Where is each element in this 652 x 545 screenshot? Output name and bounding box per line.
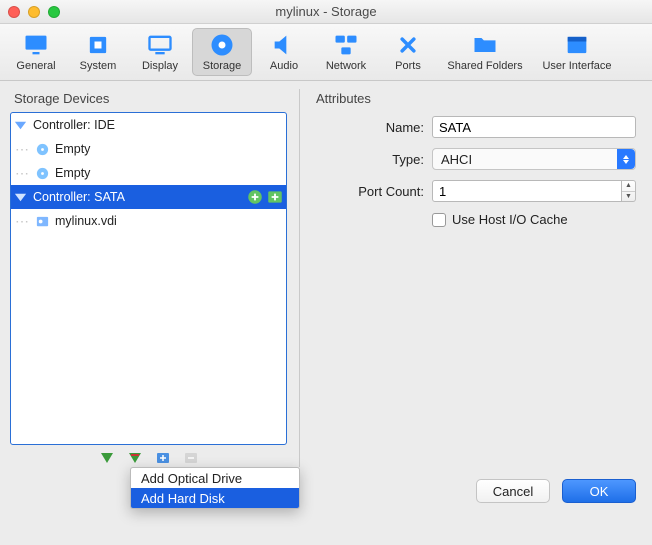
portcount-stepper[interactable]: ▲▼ [622,180,636,202]
select-knob-icon [617,149,635,169]
portcount-input[interactable] [432,180,622,202]
tree-guide: ⋯ [11,213,33,230]
settings-toolbar: General System Display Storage Audio Net… [0,24,652,81]
tab-network[interactable]: Network [316,28,376,76]
tree-guide: ⋯ [11,165,33,182]
hostio-label: Use Host I/O Cache [452,212,568,227]
controller-icon [11,188,29,206]
type-value: AHCI [441,152,472,167]
button-label: OK [590,484,609,499]
chip-icon [84,32,112,58]
hostio-checkbox[interactable]: Use Host I/O Cache [432,212,636,227]
add-attachment-menu[interactable]: Add Optical Drive Add Hard Disk [130,467,300,509]
tab-general[interactable]: General [6,28,66,76]
tree-leaf-empty[interactable]: ⋯ Empty [11,137,286,161]
name-input[interactable] [432,116,636,138]
tree-label: Empty [55,142,286,156]
tab-label: User Interface [542,60,611,72]
tab-display[interactable]: Display [130,28,190,76]
add-attachment-button[interactable] [153,449,173,467]
tab-label: Network [326,60,366,72]
tab-audio[interactable]: Audio [254,28,314,76]
minimize-window-button[interactable] [28,6,40,18]
tab-storage[interactable]: Storage [192,28,252,76]
tree-leaf-disk[interactable]: ⋯ mylinux.vdi [11,209,286,233]
tree-guide: ⋯ [11,141,33,158]
audio-icon [270,32,298,58]
portcount-label: Port Count: [312,184,432,199]
tree-label: Empty [55,166,286,180]
add-optical-icon[interactable] [246,188,264,206]
disc-icon [33,140,51,158]
display-icon [146,32,174,58]
storage-tree[interactable]: Controller: IDE ⋯ Empty ⋯ Empty Controll… [10,112,287,445]
tree-leaf-empty[interactable]: ⋯ Empty [11,161,286,185]
controller-sata-row[interactable]: Controller: SATA [11,185,286,209]
network-icon [332,32,360,58]
name-label: Name: [312,120,432,135]
tab-label: System [80,60,117,72]
zoom-window-button[interactable] [48,6,60,18]
ports-icon [394,32,422,58]
tab-label: Shared Folders [447,60,522,72]
tab-label: Display [142,60,178,72]
add-controller-button[interactable] [97,449,117,467]
menu-add-hard-disk[interactable]: Add Hard Disk [131,488,299,508]
controller-ide-row[interactable]: Controller: IDE [11,113,286,137]
menu-item-label: Add Optical Drive [141,471,242,486]
tab-shared-folders[interactable]: Shared Folders [440,28,530,76]
checkbox-box [432,213,446,227]
tab-label: Audio [270,60,298,72]
storage-icon [208,32,236,58]
ok-button[interactable]: OK [562,479,636,503]
hdd-icon [33,212,51,230]
tree-actions-strip: Add Optical Drive Add Hard Disk [10,445,287,467]
panel-separator [299,89,300,467]
storage-devices-title: Storage Devices [14,91,287,106]
button-label: Cancel [493,484,533,499]
cancel-button[interactable]: Cancel [476,479,550,503]
tab-user-interface[interactable]: User Interface [532,28,622,76]
tab-label: General [16,60,55,72]
type-label: Type: [312,152,432,167]
remove-attachment-button[interactable] [181,449,201,467]
titlebar: mylinux - Storage [0,0,652,24]
attributes-title: Attributes [316,91,642,106]
menu-add-optical-drive[interactable]: Add Optical Drive [131,468,299,488]
tree-label: Controller: SATA [33,190,246,204]
window-title: mylinux - Storage [0,4,652,19]
tree-label: Controller: IDE [33,118,286,132]
folder-icon [471,32,499,58]
controller-icon [11,116,29,134]
monitor-icon [22,32,50,58]
tab-label: Storage [203,60,242,72]
tab-label: Ports [395,60,421,72]
close-window-button[interactable] [8,6,20,18]
type-select[interactable]: AHCI [432,148,636,170]
tab-system[interactable]: System [68,28,128,76]
dialog-footer: Cancel OK [0,471,652,517]
remove-controller-button[interactable] [125,449,145,467]
ui-icon [563,32,591,58]
tree-label: mylinux.vdi [55,214,286,228]
tab-ports[interactable]: Ports [378,28,438,76]
add-hdd-icon[interactable] [266,188,284,206]
menu-item-label: Add Hard Disk [141,491,225,506]
disc-icon [33,164,51,182]
